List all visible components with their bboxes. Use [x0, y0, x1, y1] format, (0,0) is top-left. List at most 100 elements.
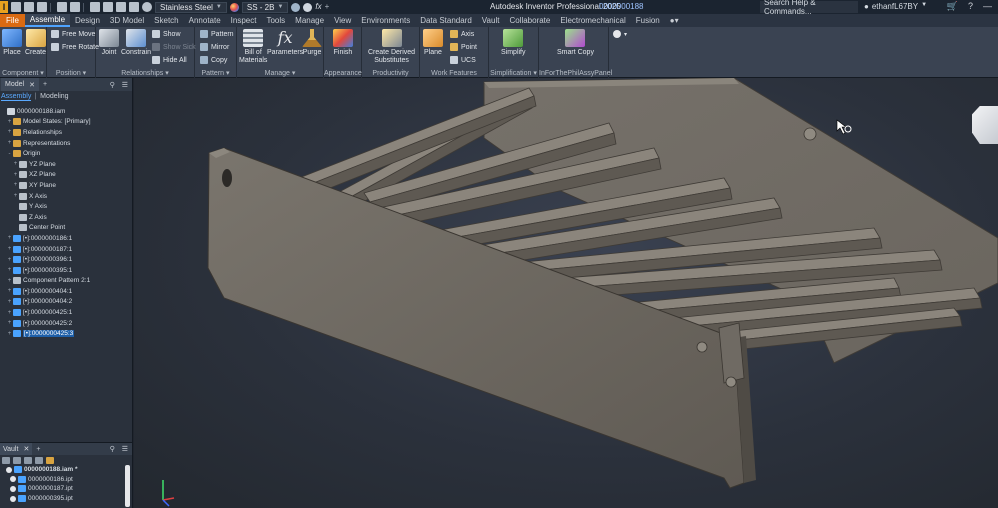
- fx-parameters-icon[interactable]: fx: [315, 2, 321, 12]
- bolt[interactable]: [696, 341, 708, 353]
- tab-annotate[interactable]: Annotate: [184, 14, 226, 27]
- show-sick-button[interactable]: Show Sick: [152, 43, 196, 51]
- tab-data-standard[interactable]: Data Standard: [415, 14, 477, 27]
- free-rotate-button[interactable]: Free Rotate: [51, 43, 99, 51]
- tab-fusion[interactable]: Fusion: [631, 14, 665, 27]
- tree-node[interactable]: Z Axis: [0, 212, 132, 223]
- appearance-dropdown[interactable]: SS - 2B ▼: [241, 1, 289, 13]
- tree-node[interactable]: + [•]:0000000425:3: [0, 328, 132, 339]
- expand-icon[interactable]: +: [6, 331, 13, 337]
- tab-vault[interactable]: Vault: [477, 14, 505, 27]
- expand-icon[interactable]: +: [6, 235, 13, 241]
- tree-node[interactable]: + XY Plane: [0, 180, 132, 191]
- undo-icon[interactable]: [57, 2, 67, 12]
- add-browser-tab-icon[interactable]: +: [36, 446, 40, 453]
- redo-icon[interactable]: [70, 2, 80, 12]
- simplify-button[interactable]: Simplify: [501, 29, 526, 57]
- tree-node[interactable]: + XZ Plane: [0, 170, 132, 181]
- expand-icon[interactable]: +: [6, 267, 13, 273]
- ribbon-extra-dropdown[interactable]: ▾: [613, 30, 627, 38]
- panel-label-relationships[interactable]: Relationships ▾: [96, 69, 194, 77]
- tree-node[interactable]: + X Axis: [0, 191, 132, 202]
- collapse-icon[interactable]: -: [6, 151, 13, 157]
- expand-icon[interactable]: +: [6, 129, 13, 135]
- tab-assemble[interactable]: Assemble: [24, 14, 71, 27]
- vault-file-item[interactable]: 0000000186.ipt: [0, 475, 132, 485]
- plus-icon[interactable]: +: [325, 2, 330, 12]
- tree-node[interactable]: + Model States: [Primary]: [0, 117, 132, 128]
- project-icon[interactable]: [103, 2, 113, 12]
- adjust-appearance-icon[interactable]: [291, 2, 301, 12]
- joint-button[interactable]: Joint: [99, 29, 119, 57]
- tab-file[interactable]: File: [0, 14, 25, 27]
- expand-icon[interactable]: +: [12, 161, 19, 167]
- view-cube[interactable]: [972, 106, 998, 144]
- parameters-button[interactable]: fx Parameters: [267, 29, 303, 57]
- help-search-input[interactable]: Search Help & Commands...: [760, 0, 858, 16]
- tab-model-browser[interactable]: Model ✕: [1, 78, 39, 91]
- purge-button[interactable]: Purge: [302, 29, 322, 57]
- tab-sketch[interactable]: Sketch: [149, 14, 183, 27]
- tree-node[interactable]: + [•]:0000000404:1: [0, 286, 132, 297]
- expand-icon[interactable]: +: [12, 193, 19, 199]
- smart-copy-button[interactable]: Smart Copy: [557, 29, 594, 57]
- expand-icon[interactable]: +: [6, 299, 13, 305]
- menu-icon[interactable]: ☰: [122, 81, 128, 89]
- delete-icon[interactable]: [46, 456, 54, 464]
- inventor-logo-icon[interactable]: I: [0, 1, 8, 13]
- tree-node[interactable]: + [•]:0000000396:1: [0, 254, 132, 265]
- expand-icon[interactable]: +: [6, 320, 13, 326]
- tab-tools[interactable]: Tools: [261, 14, 290, 27]
- show-button[interactable]: Show: [152, 30, 181, 38]
- material-dropdown[interactable]: Stainless Steel ▼: [155, 1, 227, 13]
- minimize-button[interactable]: —: [983, 1, 992, 12]
- bolt[interactable]: [803, 127, 817, 141]
- search-icon[interactable]: ⚲: [110, 445, 115, 453]
- close-icon[interactable]: ✕: [29, 81, 35, 89]
- free-move-button[interactable]: Free Move: [51, 30, 95, 38]
- point-button[interactable]: Point: [450, 43, 477, 51]
- add-browser-tab-icon[interactable]: +: [43, 81, 47, 88]
- tab-view[interactable]: View: [329, 14, 356, 27]
- search-icon[interactable]: ⚲: [110, 81, 115, 89]
- refresh-icon[interactable]: [2, 456, 10, 464]
- tree-node[interactable]: Y Axis: [0, 201, 132, 212]
- constrain-button[interactable]: Constrain: [121, 29, 151, 57]
- tab-vault-browser[interactable]: Vault ✕: [0, 443, 33, 455]
- hide-all-button[interactable]: Hide All: [152, 56, 187, 64]
- expand-icon[interactable]: +: [6, 119, 13, 125]
- tree-node[interactable]: + YZ Plane: [0, 159, 132, 170]
- bill-of-materials-button[interactable]: Bill of Materials: [239, 29, 267, 65]
- expand-icon[interactable]: +: [12, 172, 19, 178]
- thumbnail-icon[interactable]: [35, 456, 43, 464]
- create-button[interactable]: Create: [25, 29, 46, 57]
- panel-label-simplification[interactable]: Simplification ▾: [489, 69, 538, 77]
- expand-icon[interactable]: +: [12, 182, 19, 188]
- filter-icon[interactable]: [24, 456, 32, 464]
- tree-node[interactable]: - Origin: [0, 148, 132, 159]
- menu-icon[interactable]: ☰: [122, 445, 128, 453]
- tab-manage[interactable]: Manage: [290, 14, 329, 27]
- panel-label-manage[interactable]: Manage ▾: [237, 69, 323, 77]
- copy-button[interactable]: Copy: [200, 56, 227, 64]
- update-icon[interactable]: [129, 2, 139, 12]
- expand-icon[interactable]: +: [6, 140, 13, 146]
- home-icon[interactable]: [90, 2, 100, 12]
- close-icon[interactable]: ✕: [23, 445, 29, 453]
- plane-button[interactable]: Plane: [423, 29, 443, 57]
- place-button[interactable]: Place: [2, 29, 22, 57]
- tree-node[interactable]: + [•]:0000000395:1: [0, 265, 132, 276]
- ucs-button[interactable]: UCS: [450, 56, 476, 64]
- expand-icon[interactable]: +: [6, 310, 13, 316]
- expand-icon[interactable]: +: [6, 246, 13, 252]
- tab-inspect[interactable]: Inspect: [226, 14, 262, 27]
- vault-file-item[interactable]: 0000000395.ipt: [0, 494, 132, 504]
- axis-button[interactable]: Axis: [450, 30, 474, 38]
- tab-environments[interactable]: Environments: [356, 14, 415, 27]
- open-file-icon[interactable]: [24, 2, 34, 12]
- vault-file-item[interactable]: 0000000188.iam *: [0, 465, 132, 475]
- vault-file-item[interactable]: 0000000187.ipt: [0, 484, 132, 494]
- ribbon-display-toggle[interactable]: ●▾: [665, 14, 684, 27]
- finish-button[interactable]: Finish: [333, 29, 353, 57]
- tree-node[interactable]: + [•]:0000000425:2: [0, 318, 132, 329]
